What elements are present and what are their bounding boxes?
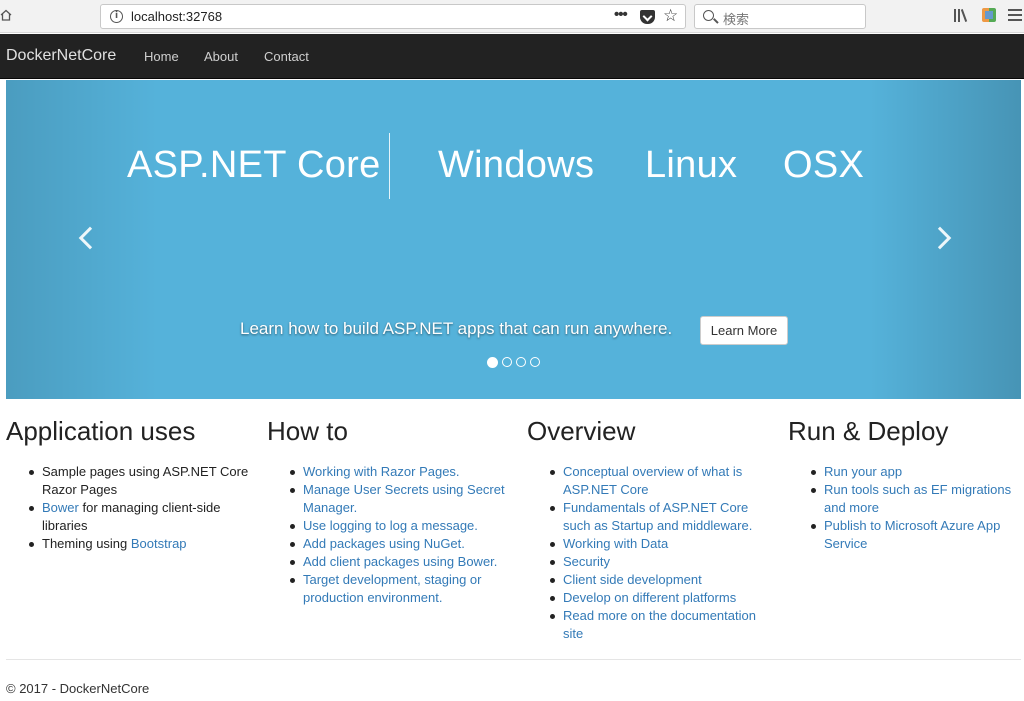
search-input[interactable]: 検索 [694, 4, 866, 29]
list-text: Razor Pages [42, 482, 118, 497]
hero-platform-windows: Windows [438, 144, 595, 186]
hero-headline: ASP.NET Core [127, 144, 381, 186]
brand-link[interactable]: DockerNetCore [6, 47, 116, 65]
list-item: Client side development [550, 571, 777, 589]
column-list: Run your app Run tools such as EF migrati… [788, 463, 1024, 553]
list-link[interactable]: Run tools such as EF migrations [824, 482, 1011, 497]
footer-divider [6, 659, 1021, 660]
page-actions-icon[interactable]: ••• [614, 6, 628, 23]
list-link[interactable]: Service [824, 536, 867, 551]
list-link[interactable]: Conceptual overview of what is [563, 464, 742, 479]
url-text[interactable]: localhost:32768 [131, 9, 222, 24]
pocket-icon[interactable] [640, 10, 655, 24]
list-item: Security [550, 553, 777, 571]
list-link[interactable]: Manager. [303, 500, 357, 515]
list-link[interactable]: Security [563, 554, 610, 569]
list-link[interactable]: Read more on the documentation [563, 608, 756, 623]
column-heading: How to [267, 416, 348, 446]
carousel-indicator[interactable] [530, 357, 540, 367]
list-item: Run your app [811, 463, 1024, 481]
list-link[interactable]: Use logging to log a message. [303, 518, 478, 533]
list-text: Sample pages using ASP.NET Core [42, 464, 249, 479]
list-item: Add client packages using Bower. [290, 553, 517, 571]
site-navbar: DockerNetCore Home About Contact [0, 34, 1024, 79]
carousel-caption: Learn how to build ASP.NET apps that can… [240, 319, 673, 338]
column-list: Sample pages using ASP.NET Core Razor Pag… [6, 463, 256, 553]
column-application-uses: Application uses Sample pages using ASP.… [6, 416, 256, 553]
list-link[interactable]: Bootstrap [131, 536, 187, 551]
search-placeholder: 検索 [723, 12, 750, 27]
list-link[interactable]: Client side development [563, 572, 702, 587]
list-link[interactable]: and more [824, 500, 879, 515]
hero-carousel: ASP.NET Core Windows Linux OSX Learn how… [6, 80, 1021, 399]
list-item: Bower for managing client-side libraries [29, 499, 256, 535]
list-text: libraries [42, 518, 88, 533]
list-item: Add packages using NuGet. [290, 535, 517, 553]
address-bar[interactable]: i localhost:32768 ••• ☆ [100, 4, 686, 29]
list-item: Target development, staging or production… [290, 571, 517, 607]
list-item: Develop on different platforms [550, 589, 777, 607]
library-icon[interactable] [953, 8, 969, 22]
list-item: Sample pages using ASP.NET Core Razor Pag… [29, 463, 256, 499]
list-item: Read more on the documentation site [550, 607, 777, 643]
carousel-indicator[interactable] [487, 357, 498, 368]
list-link[interactable]: site [563, 626, 583, 641]
list-item: Working with Razor Pages. [290, 463, 517, 481]
list-item: Publish to Microsoft Azure App Service [811, 517, 1024, 553]
list-link[interactable]: Add client packages using Bower. [303, 554, 497, 569]
list-link[interactable]: production environment. [303, 590, 442, 605]
bookmark-star-icon[interactable]: ☆ [663, 6, 678, 26]
column-how-to: How to Working with Razor Pages. Manage U… [267, 416, 517, 607]
column-heading: Application uses [6, 416, 196, 446]
browser-toolbar: i localhost:32768 ••• ☆ 検索 [0, 0, 1024, 33]
list-link[interactable]: Run your app [824, 464, 902, 479]
list-link[interactable]: Working with Data [563, 536, 668, 551]
column-run-deploy: Run & Deploy Run your app Run tools such … [788, 416, 1024, 553]
carousel-indicator[interactable] [502, 357, 512, 367]
column-list: Working with Razor Pages. Manage User Sec… [267, 463, 517, 607]
list-item: Manage User Secrets using Secret Manager. [290, 481, 517, 517]
list-link[interactable]: ASP.NET Core [563, 482, 649, 497]
list-item: Theming using Bootstrap [29, 535, 256, 553]
nav-contact-link[interactable]: Contact [264, 49, 309, 64]
list-link[interactable]: Bower [42, 500, 79, 515]
list-item: Working with Data [550, 535, 777, 553]
list-item: Use logging to log a message. [290, 517, 517, 535]
hero-divider [389, 133, 390, 199]
column-heading: Overview [527, 416, 636, 446]
extension-icon[interactable] [982, 8, 996, 22]
list-link[interactable]: Develop on different platforms [563, 590, 736, 605]
list-link[interactable]: Publish to Microsoft Azure App [824, 518, 1000, 533]
hero-platform-linux: Linux [645, 144, 738, 186]
nav-home-link[interactable]: Home [144, 49, 179, 64]
list-link[interactable]: Add packages using NuGet. [303, 536, 465, 551]
list-item: Conceptual overview of what is ASP.NET Co… [550, 463, 777, 499]
list-link[interactable]: Target development, staging or [303, 572, 482, 587]
list-link[interactable]: Manage User Secrets using Secret [303, 482, 505, 497]
nav-about-link[interactable]: About [204, 49, 238, 64]
home-icon[interactable] [0, 9, 12, 21]
carousel-indicator[interactable] [516, 357, 526, 367]
list-link[interactable]: such as Startup and middleware. [563, 518, 752, 533]
column-heading: Run & Deploy [788, 416, 949, 446]
search-icon [703, 10, 714, 21]
column-list: Conceptual overview of what is ASP.NET Co… [527, 463, 777, 643]
learn-more-button[interactable]: Learn More [700, 316, 788, 345]
list-link[interactable]: Working with Razor Pages. [303, 464, 460, 479]
hero-platform-osx: OSX [783, 144, 865, 186]
list-item: Run tools such as EF migrations and more [811, 481, 1024, 517]
list-text: for managing client-side [78, 500, 221, 515]
column-overview: Overview Conceptual overview of what is A… [527, 416, 777, 643]
hamburger-menu-icon[interactable] [1008, 9, 1022, 21]
list-link[interactable]: Fundamentals of ASP.NET Core [563, 500, 748, 515]
footer-text: © 2017 - DockerNetCore [6, 681, 150, 696]
list-text: Theming using [42, 536, 131, 551]
info-icon[interactable]: i [110, 10, 123, 23]
list-item: Fundamentals of ASP.NET Core such as Star… [550, 499, 777, 535]
